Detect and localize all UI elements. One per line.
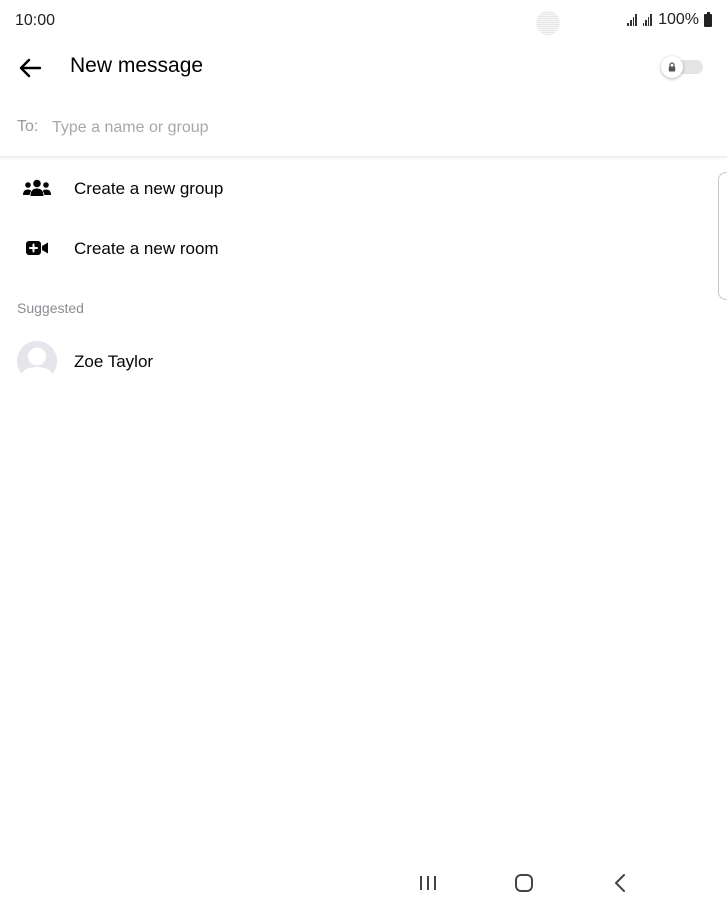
recipient-search-input[interactable] [52, 112, 652, 144]
home-icon [515, 874, 533, 892]
status-indicators: 100% [627, 11, 712, 29]
recipient-row: To: [0, 106, 727, 150]
lock-icon [668, 62, 676, 72]
create-group-label: Create a new group [74, 179, 224, 198]
back-button[interactable] [14, 52, 46, 84]
nav-back-button[interactable] [600, 868, 640, 898]
contact-name: Zoe Taylor [74, 352, 154, 371]
avatar [17, 341, 57, 381]
status-time: 10:00 [15, 12, 56, 29]
recents-button[interactable] [408, 868, 448, 898]
edge-panel-handle[interactable] [718, 172, 727, 300]
new-message-screen: 10:00 100% New message To: Type a name o… [0, 0, 727, 908]
suggested-contact-row[interactable]: Zoe Taylor [0, 334, 727, 390]
toggle-knob [661, 56, 683, 78]
secret-conversation-toggle[interactable] [661, 56, 703, 78]
default-avatar-icon [17, 341, 57, 381]
system-navigation-bar [0, 856, 727, 908]
back-icon [615, 874, 625, 892]
battery-percent: 100% [658, 11, 699, 28]
suggested-header: Suggested [17, 300, 84, 316]
video-plus-icon [20, 236, 54, 260]
create-room-button[interactable]: Create a new room [0, 220, 727, 276]
home-button[interactable] [504, 868, 544, 898]
signal-icon [642, 14, 653, 26]
create-room-label: Create a new room [74, 239, 219, 258]
arrow-left-icon [19, 58, 41, 78]
group-icon [20, 176, 54, 200]
app-header: New message [0, 44, 727, 90]
status-bar: 10:00 100% [0, 0, 727, 44]
to-label: To: [17, 118, 39, 135]
battery-icon [704, 11, 712, 27]
front-camera [536, 11, 560, 35]
page-title: New message [70, 54, 204, 77]
recents-icon [420, 876, 436, 890]
signal-icon [627, 14, 637, 26]
create-group-button[interactable]: Create a new group [0, 160, 727, 216]
